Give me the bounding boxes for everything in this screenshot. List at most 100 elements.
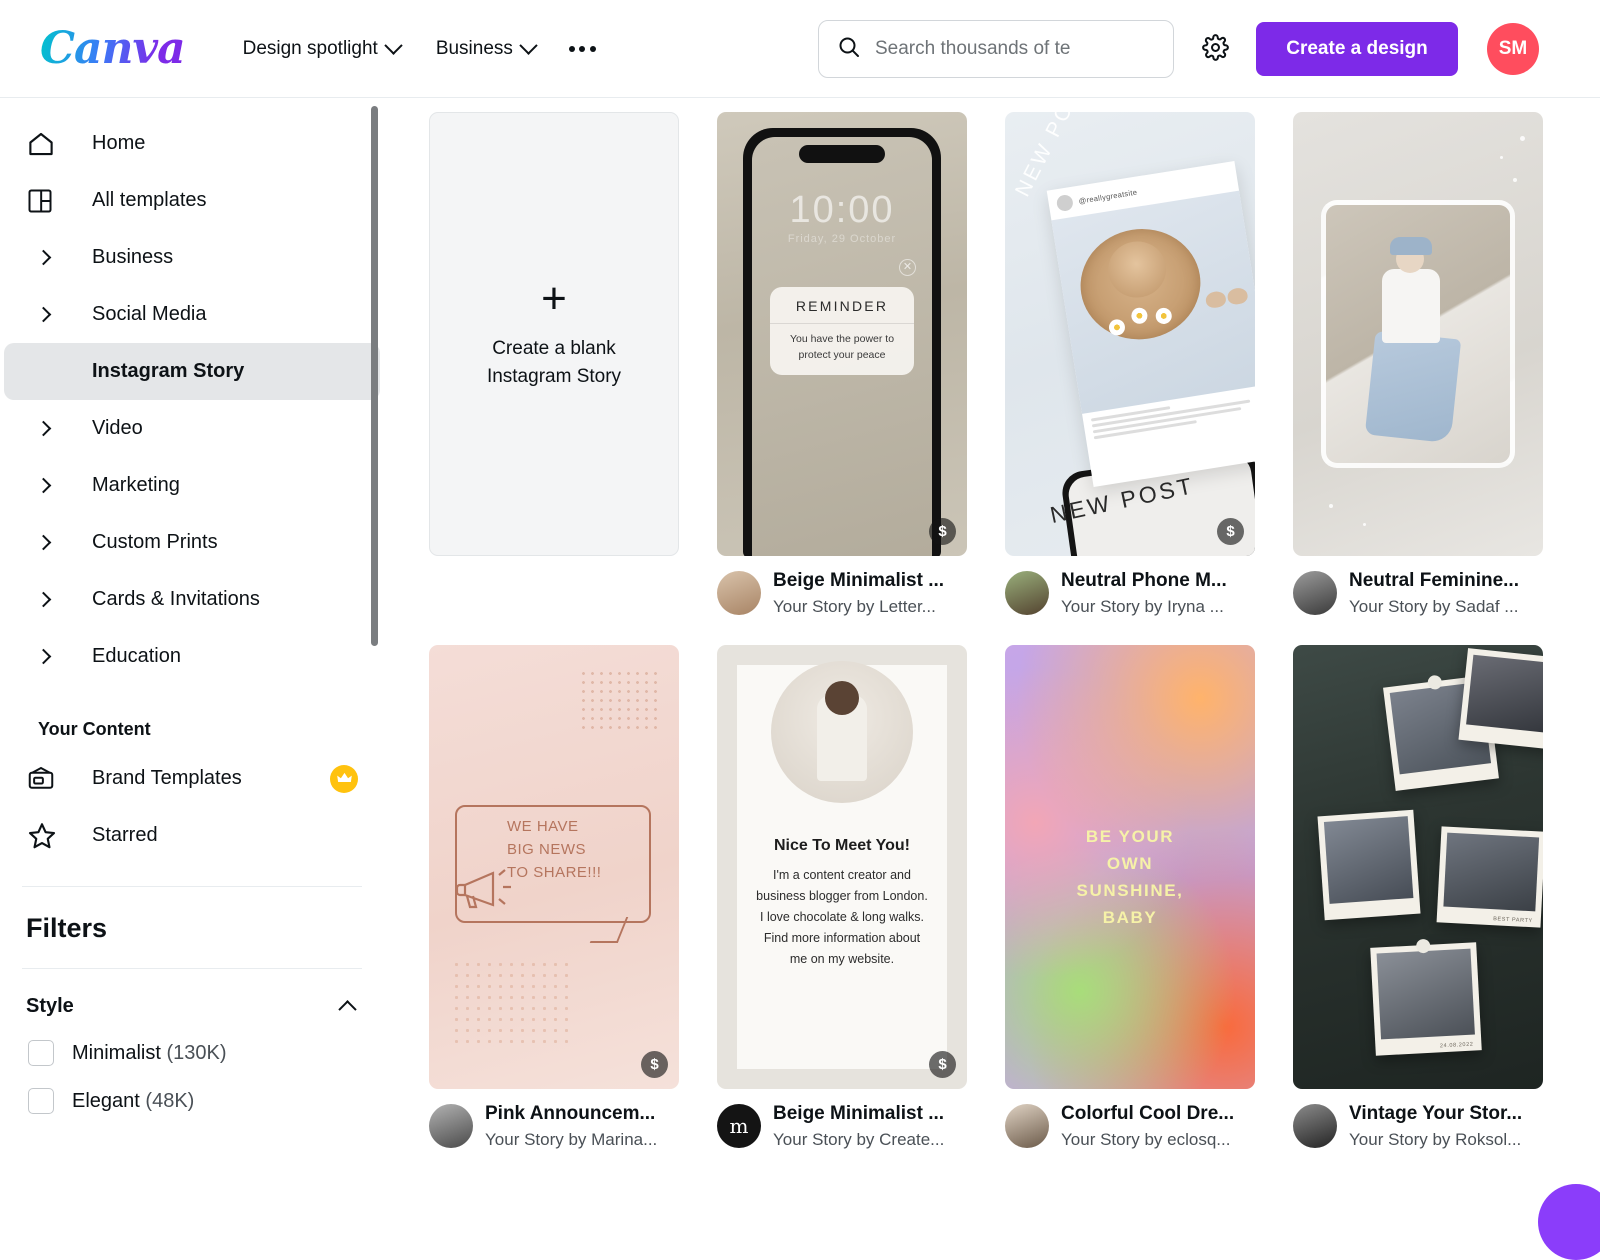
create-blank-card[interactable]: + Create a blank Instagram Story <box>429 112 679 617</box>
canva-logo[interactable]: Canva <box>40 27 185 71</box>
template-title[interactable]: Neutral Phone M... <box>1061 569 1227 593</box>
avatar[interactable]: m <box>717 1104 761 1148</box>
filter-option-elegant[interactable]: Elegant (48K) <box>0 1066 384 1114</box>
template-author[interactable]: Your Story by Marina... <box>485 1130 657 1150</box>
template-title[interactable]: Colorful Cool Dre... <box>1061 1102 1234 1126</box>
template-thumbnail[interactable]: NEW POST @reallygreatsite <box>1005 112 1255 556</box>
avatar[interactable] <box>717 571 761 615</box>
nav-design-spotlight[interactable]: Design spotlight <box>229 29 414 69</box>
chevron-up-icon[interactable] <box>338 1000 356 1018</box>
announcement-text: WE HAVE BIG NEWS TO SHARE!!! <box>507 815 657 885</box>
sidebar-item-all-templates[interactable]: All templates <box>4 172 380 229</box>
plus-icon: + <box>541 277 567 321</box>
more-horizontal-icon[interactable] <box>557 32 608 66</box>
create-a-design-button[interactable]: Create a design <box>1256 22 1458 76</box>
template-meta: Pink Announcem... Your Story by Marina..… <box>429 1102 679 1150</box>
template-card[interactable]: BE YOUR OWN SUNSHINE, BABY Colorful Cool… <box>1005 645 1255 1150</box>
nav-business[interactable]: Business <box>422 29 549 69</box>
template-title[interactable]: Neutral Feminine... <box>1349 569 1519 593</box>
sidebar-item-business[interactable]: Business <box>4 229 380 286</box>
template-card[interactable]: Neutral Feminine... Your Story by Sadaf … <box>1293 112 1543 617</box>
templates-grid-panel: + Create a blank Instagram Story 10:00 F… <box>384 99 1600 1242</box>
chevron-right-icon <box>26 423 70 434</box>
help-fab-button[interactable] <box>1538 1184 1600 1260</box>
template-thumbnail[interactable]: 10:00 Friday, 29 October ✕ REMINDER You … <box>717 112 967 556</box>
template-title[interactable]: Pink Announcem... <box>485 1102 657 1126</box>
sunshine-line2: OWN <box>1005 850 1255 877</box>
announcement-line2: BIG NEWS <box>507 838 657 861</box>
portrait-circle <box>771 661 913 803</box>
meet-heading: Nice To Meet You! <box>737 837 947 855</box>
sidebar-item-education[interactable]: Education <box>4 628 380 685</box>
sidebar-item-instagram-story[interactable]: Instagram Story <box>4 343 380 400</box>
nav-business-label: Business <box>436 38 513 60</box>
search-input[interactable] <box>875 38 1125 60</box>
sidebar-item-custom-prints[interactable]: Custom Prints <box>4 514 380 571</box>
sidebar-item-brand-templates[interactable]: Brand Templates <box>4 750 380 807</box>
filter-option-minimalist-count: (130K) <box>166 1042 226 1064</box>
sidebar-scrollbar[interactable] <box>371 106 378 646</box>
chevron-right-icon <box>26 309 70 320</box>
filters-heading: Filters <box>0 887 384 968</box>
gear-icon <box>1202 34 1229 66</box>
template-author[interactable]: Your Story by Sadaf ... <box>1349 597 1519 617</box>
polaroid-caption: 24.08.2022 <box>1440 1041 1474 1049</box>
user-avatar[interactable]: SM <box>1487 23 1539 75</box>
template-thumbnail[interactable] <box>1293 112 1543 556</box>
chevron-right-icon <box>26 651 70 662</box>
template-author[interactable]: Your Story by Letter... <box>773 597 944 617</box>
template-card[interactable]: Nice To Meet You! I'm a content creator … <box>717 645 967 1150</box>
chevron-right-icon <box>26 594 70 605</box>
sidebar-item-video-label: Video <box>92 417 143 440</box>
filter-option-minimalist-label: Minimalist <box>72 1042 161 1064</box>
phone-notch <box>799 145 885 163</box>
template-thumbnail[interactable]: WE HAVE BIG NEWS TO SHARE!!! $ <box>429 645 679 1089</box>
sunshine-line3: SUNSHINE, <box>1005 877 1255 904</box>
template-card[interactable]: NEW POST @reallygreatsite <box>1005 112 1255 617</box>
template-meta: Colorful Cool Dre... Your Story by eclos… <box>1005 1102 1255 1150</box>
settings-button[interactable] <box>1193 28 1237 72</box>
polaroid-photo <box>1317 810 1420 920</box>
template-author[interactable]: Your Story by Roksol... <box>1349 1130 1522 1150</box>
filter-group-style[interactable]: Style <box>0 969 384 1018</box>
sidebar-item-video[interactable]: Video <box>4 400 380 457</box>
star-icon <box>26 820 70 852</box>
chevron-down-icon <box>384 36 402 54</box>
avatar[interactable] <box>1005 571 1049 615</box>
avatar[interactable] <box>1005 1104 1049 1148</box>
sidebar-item-cards-invitations[interactable]: Cards & Invitations <box>4 571 380 628</box>
chevron-down-icon <box>519 36 537 54</box>
sidebar-item-education-label: Education <box>92 645 181 668</box>
chevron-right-icon <box>26 252 70 263</box>
sidebar: Home All templates Business Social Media… <box>0 99 384 1242</box>
create-blank-thumb[interactable]: + Create a blank Instagram Story <box>429 112 679 556</box>
template-title[interactable]: Vintage Your Stor... <box>1349 1102 1522 1126</box>
avatar[interactable] <box>429 1104 473 1148</box>
template-card[interactable]: 10:00 Friday, 29 October ✕ REMINDER You … <box>717 112 967 617</box>
your-content-heading: Your Content <box>0 685 384 750</box>
polaroid-photo: BEST PARTY <box>1437 826 1543 927</box>
template-author[interactable]: Your Story by Iryna ... <box>1061 597 1227 617</box>
template-thumbnail[interactable]: BEST PARTY 24.08.2022 <box>1293 645 1543 1089</box>
polaroid-photo: 24.08.2022 <box>1370 942 1482 1055</box>
template-title[interactable]: Beige Minimalist ... <box>773 1102 944 1126</box>
avatar-initial: m <box>730 1114 749 1138</box>
checkbox[interactable] <box>28 1040 54 1066</box>
template-thumbnail[interactable]: BE YOUR OWN SUNSHINE, BABY <box>1005 645 1255 1089</box>
templates-icon <box>26 187 70 215</box>
filter-option-minimalist[interactable]: Minimalist (130K) <box>0 1018 384 1066</box>
sidebar-item-starred[interactable]: Starred <box>4 807 380 864</box>
sidebar-item-marketing[interactable]: Marketing <box>4 457 380 514</box>
avatar[interactable] <box>1293 1104 1337 1148</box>
template-card[interactable]: WE HAVE BIG NEWS TO SHARE!!! $ Pink Anno… <box>429 645 679 1150</box>
template-title[interactable]: Beige Minimalist ... <box>773 569 944 593</box>
template-author[interactable]: Your Story by eclosq... <box>1061 1130 1234 1150</box>
template-card[interactable]: BEST PARTY 24.08.2022 Vintage Your Stor.… <box>1293 645 1543 1150</box>
avatar[interactable] <box>1293 571 1337 615</box>
search-bar[interactable] <box>818 20 1174 78</box>
template-thumbnail[interactable]: Nice To Meet You! I'm a content creator … <box>717 645 967 1089</box>
sidebar-item-home[interactable]: Home <box>4 115 380 172</box>
template-author[interactable]: Your Story by Create... <box>773 1130 944 1150</box>
sidebar-item-social-media[interactable]: Social Media <box>4 286 380 343</box>
checkbox[interactable] <box>28 1088 54 1114</box>
